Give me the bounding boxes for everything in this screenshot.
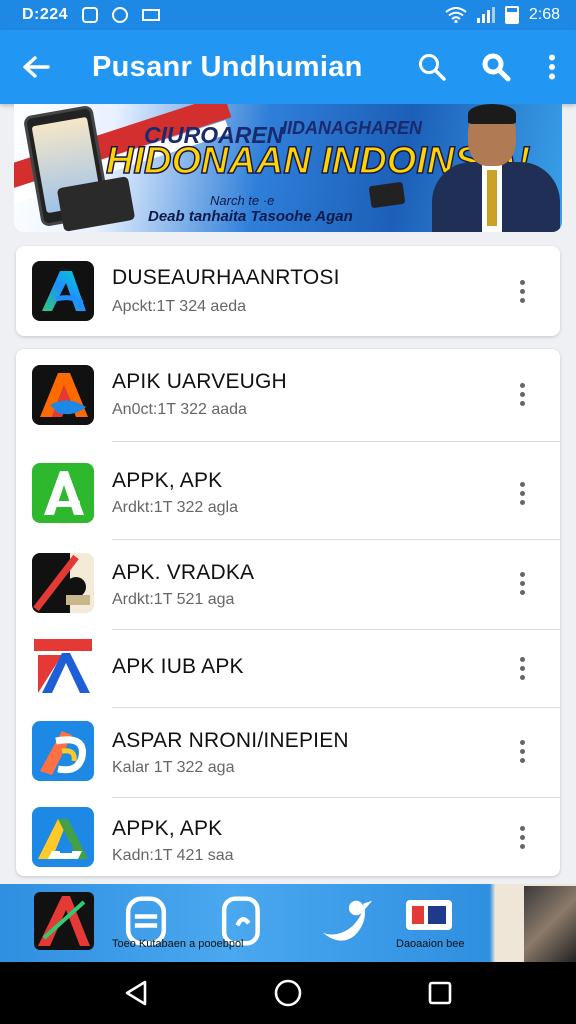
- apk-gradient-a-icon: [42, 271, 86, 311]
- list-item[interactable]: APPK, APK Kadn:1T 421 saa: [16, 797, 560, 876]
- apk-red-slash-icon: [38, 896, 90, 946]
- search-icon: [419, 54, 446, 81]
- app-bar: Pusanr Undhumian: [0, 30, 576, 104]
- apk-dark-slash-icon: [32, 553, 90, 613]
- app-menu-button[interactable]: [508, 473, 536, 513]
- app-name: APK. VRADKA: [112, 561, 255, 584]
- more-options-button[interactable]: [528, 30, 576, 104]
- nav-back-button[interactable]: [106, 962, 166, 1024]
- list-item[interactable]: APPK, APK Ardkt:1T 322 agla: [16, 449, 560, 539]
- notification-icon: [82, 7, 99, 23]
- featured-app-icon: [32, 261, 94, 321]
- app-icon: [32, 463, 94, 523]
- search-bold-icon: [482, 53, 511, 82]
- apk-green-a-icon: [44, 471, 84, 515]
- system-nav-bar: [0, 962, 576, 1024]
- back-button[interactable]: [0, 30, 72, 104]
- triangle-back-icon: [125, 980, 147, 1006]
- banner-subtext-1: Narch te ·e: [210, 193, 275, 208]
- app-icon: [32, 365, 94, 425]
- app-name: APIK UARVEUGH: [112, 370, 287, 393]
- bottom-app-icon: [34, 892, 94, 950]
- advanced-search-button[interactable]: [464, 30, 528, 104]
- bottom-photo-thumbnail: [524, 886, 576, 962]
- featured-app-meta: Apckt:1T 324 aeda: [112, 298, 247, 315]
- app-meta: Ardkt:1T 322 agla: [112, 499, 239, 516]
- app-meta: Ardkt:1T 521 aga: [112, 591, 235, 608]
- divider: [112, 441, 560, 442]
- list-item[interactable]: ASPAR NRONI/INEPIEN Kalar 1T 322 aga: [16, 707, 560, 797]
- page-title: Pusanr Undhumian: [92, 50, 363, 83]
- battery-icon: [504, 6, 519, 24]
- app-name: APPK, APK: [112, 469, 223, 492]
- app-name: ASPAR NRONI/INEPIEN: [112, 729, 349, 752]
- tv-app-icon: [404, 898, 454, 934]
- promo-banner[interactable]: CIUROAREN IIDANAGHAREN HIDONAAN INDOINSI…: [14, 104, 562, 232]
- status-time: D:224: [22, 6, 69, 23]
- app-meta: Kadn:1T 421 saa: [112, 847, 234, 864]
- nav-recents-button[interactable]: [410, 962, 470, 1024]
- banner-subtext-2: Deab tanhaita Tasoohe Agan: [148, 208, 353, 225]
- app-menu-button[interactable]: [508, 648, 536, 688]
- nav-home-button[interactable]: [258, 962, 318, 1024]
- list-item[interactable]: APIK UARVEUGH An0ct:1T 322 aada: [16, 349, 560, 441]
- app-name: APPK, APK: [112, 817, 223, 840]
- featured-app-card[interactable]: DUSEAURHAANRTOSI Apckt:1T 324 aeda: [16, 246, 560, 336]
- app-meta: Kalar 1T 322 aga: [112, 759, 235, 776]
- app-meta: An0ct:1T 322 aada: [112, 401, 247, 418]
- app-icon: [32, 807, 94, 867]
- list-item[interactable]: APK. VRADKA Ardkt:1T 521 aga: [16, 539, 560, 629]
- bottom-promo-strip[interactable]: Toeo Kutabaen a pooebpol Daoaaion bee: [0, 884, 576, 962]
- featured-app-name: DUSEAURHAANRTOSI: [112, 266, 340, 289]
- banner-headline-small-2: IIDANAGHAREN: [282, 118, 423, 138]
- app-icon: [32, 553, 94, 613]
- apk-blue-a-icon: [40, 373, 88, 417]
- bottom-caption-left: Toeo Kutabaen a pooebpol: [112, 938, 244, 950]
- wifi-icon: [445, 7, 467, 23]
- status-battery-text: 2:68: [528, 6, 560, 23]
- app-menu-button[interactable]: [508, 563, 536, 603]
- back-arrow-icon: [23, 56, 50, 78]
- banner-person-image: [422, 104, 562, 232]
- notification-app-icon: [112, 7, 129, 23]
- search-button[interactable]: [400, 30, 464, 104]
- app-icon: [32, 637, 94, 697]
- apk-google-drive-style-icon: [38, 819, 88, 859]
- circle-home-icon: [274, 979, 302, 1007]
- twitter-bird-icon: [322, 900, 373, 941]
- signal-icon: [476, 7, 495, 23]
- bottom-caption-right: Daoaaion bee: [396, 938, 465, 950]
- square-recents-icon: [428, 981, 452, 1005]
- app-icon: [32, 721, 94, 781]
- apk-red-blue-a-icon: [34, 639, 92, 693]
- more-vert-icon: [549, 54, 555, 80]
- app-menu-button[interactable]: [508, 817, 536, 857]
- app-menu-button[interactable]: [508, 731, 536, 771]
- app-menu-button[interactable]: [508, 374, 536, 414]
- apps-list-card: APIK UARVEUGH An0ct:1T 322 aada APPK, AP…: [16, 349, 560, 876]
- list-item[interactable]: APK IUB APK: [16, 629, 560, 707]
- apk-multicolor-icon: [40, 731, 86, 775]
- status-bar: D:224 2:68: [0, 0, 576, 30]
- featured-app-menu-button[interactable]: [508, 271, 536, 311]
- mail-icon: [142, 9, 161, 21]
- banner-card-image: [368, 181, 406, 209]
- app-name: APK IUB APK: [112, 655, 244, 678]
